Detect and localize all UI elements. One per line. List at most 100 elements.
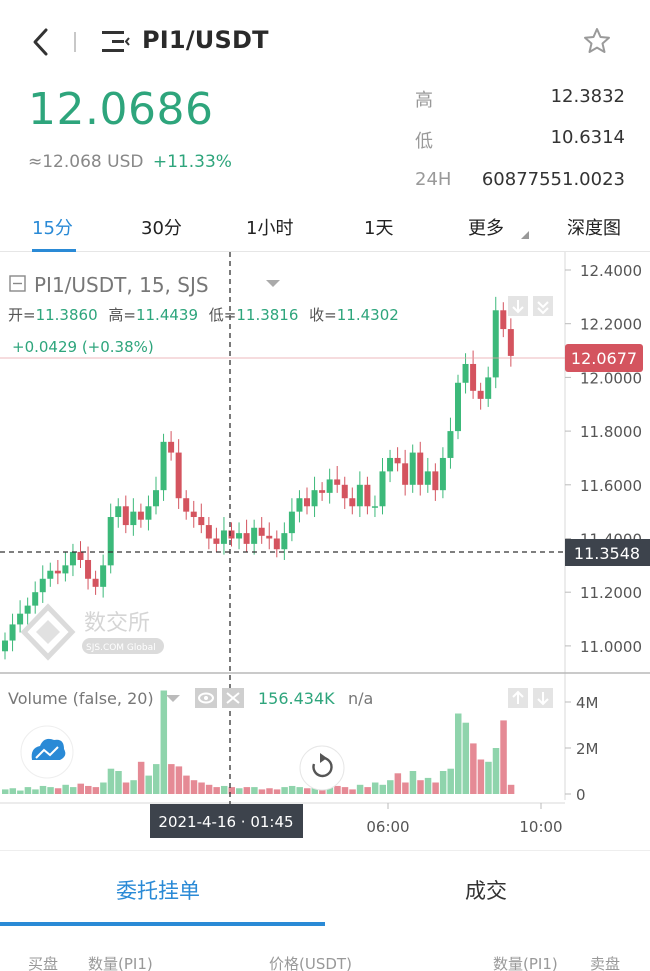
candle-body	[9, 624, 16, 641]
candle-body	[349, 498, 356, 507]
back-arrow-icon[interactable]	[26, 26, 58, 58]
candle-body	[168, 441, 175, 453]
legend-dropdown-icon[interactable]	[266, 280, 280, 287]
volume-bar	[258, 789, 266, 794]
candle-body	[258, 527, 265, 536]
candle-body	[198, 517, 205, 526]
crosshair-price-text: 11.3548	[574, 544, 640, 563]
candle-body	[304, 498, 310, 507]
candle-body	[371, 506, 378, 508]
candle-body	[213, 538, 220, 544]
kline-chart-svg[interactable]: 数交所 SJS.COM Global 12.4000 12.2000 12.0000…	[0, 252, 650, 842]
volume-bar	[387, 780, 394, 794]
volume-na: n/a	[348, 689, 373, 708]
candle-body	[379, 471, 386, 507]
favorite-star-icon[interactable]	[582, 26, 612, 56]
kline-chart[interactable]: 数交所 SJS.COM Global 12.4000 12.2000 12.0000…	[0, 252, 650, 842]
candle-body	[311, 490, 318, 507]
col-bid: 买盘	[28, 955, 59, 971]
volume-bar	[32, 789, 39, 794]
volume-bar	[507, 784, 515, 794]
tab-orders[interactable]: 委托挂单	[116, 875, 200, 905]
volume-bar	[341, 787, 349, 794]
candle-body	[507, 329, 514, 356]
time-tick-label: 06:00	[366, 818, 409, 836]
volume-scale-buttons[interactable]	[508, 688, 553, 708]
candle-body	[54, 570, 61, 574]
close-value: 11.4302	[337, 306, 399, 324]
candle-body	[364, 484, 371, 507]
tab-1d[interactable]: 1天	[364, 214, 393, 240]
candle-body	[77, 551, 84, 560]
volume-bar	[236, 788, 243, 794]
crosshair-time-text: 2021-4-16 · 01:45	[158, 813, 293, 831]
time-axis-ticks: 06:00 10:00	[366, 803, 563, 836]
volume-close-icon[interactable]	[222, 688, 244, 708]
volume-bar	[205, 784, 213, 794]
candle-body	[39, 578, 46, 593]
stat-label: 高	[415, 90, 433, 111]
volume-value: 156.434K	[258, 689, 335, 708]
tab-more[interactable]: 更多	[468, 214, 504, 240]
col-ask: 卖盘	[590, 955, 621, 971]
candle-body	[417, 452, 424, 485]
volume-bar	[130, 780, 137, 794]
reset-zoom-button[interactable]	[299, 745, 345, 791]
candle-body	[2, 640, 8, 652]
volume-bar	[296, 787, 303, 794]
volume-bar	[168, 764, 175, 794]
candle-body	[32, 592, 39, 606]
price-scale-buttons[interactable]	[508, 296, 553, 316]
volume-bar	[273, 789, 281, 794]
tab-trades[interactable]: 成交	[465, 875, 507, 905]
candle-body	[409, 452, 416, 485]
candle-body	[122, 506, 129, 526]
candle-body	[130, 511, 137, 526]
volume-bar	[213, 787, 220, 794]
candle-body	[175, 452, 182, 499]
volume-bar	[115, 771, 122, 794]
tab-1h[interactable]: 1小时	[246, 214, 293, 240]
volume-dropdown-icon[interactable]	[166, 695, 180, 702]
volume-bar	[175, 766, 183, 794]
volume-bar	[190, 780, 198, 794]
low-label: 低=	[209, 306, 237, 324]
candle-body	[266, 535, 273, 539]
current-price-tag-text: 12.0677	[571, 349, 637, 368]
candle-body	[326, 479, 333, 493]
volume-tick-label: 4M	[576, 694, 599, 712]
candle-body	[220, 530, 227, 544]
candle-body	[319, 490, 326, 493]
candle-body	[160, 441, 167, 491]
tab-15m[interactable]: 15分	[32, 214, 73, 240]
candle-body	[462, 363, 469, 383]
tab-30m[interactable]: 30分	[141, 214, 182, 240]
volume-visibility-icon[interactable]	[195, 688, 217, 708]
tab-depth-chart[interactable]: 深度图	[567, 214, 621, 240]
candle-body	[356, 484, 363, 507]
volume-bar	[288, 785, 296, 794]
volume-legend: Volume (false, 20)	[8, 689, 154, 708]
volume-bar	[492, 748, 500, 794]
menu-list-icon[interactable]	[102, 29, 132, 55]
candle-body	[85, 559, 92, 579]
volume-bar	[2, 789, 9, 794]
volume-bar	[455, 713, 462, 794]
volume-bar	[47, 787, 54, 794]
cloud-button[interactable]	[20, 725, 74, 779]
candle-body	[424, 471, 431, 485]
candle-body	[281, 533, 288, 550]
volume-bar	[334, 785, 341, 794]
more-dropdown-icon	[521, 231, 529, 239]
volume-bar	[356, 784, 364, 794]
candle-body	[137, 511, 144, 520]
series-legend[interactable]: PI1/USDT, 15, SJS	[9, 273, 280, 297]
volume-bar	[39, 785, 47, 794]
price-tick-label: 11.6000	[580, 477, 642, 495]
volume-bar	[402, 782, 409, 794]
candle-body	[236, 533, 243, 539]
candle-body	[62, 565, 69, 574]
page-title[interactable]: PI1/USDT	[142, 26, 269, 54]
candle-body	[273, 538, 280, 550]
volume-bar	[220, 785, 228, 794]
